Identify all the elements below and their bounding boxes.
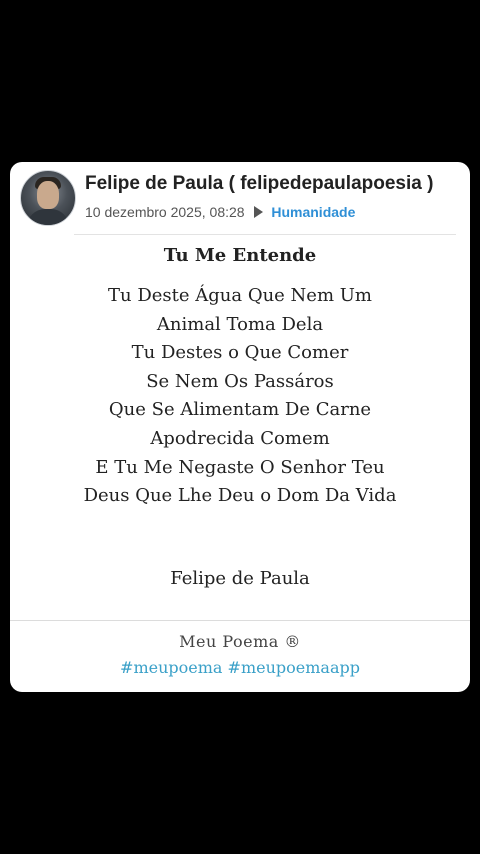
poem-card: Felipe de Paula ( felipedepaulapoesia ) …: [10, 162, 470, 692]
avatar-shirt: [27, 209, 69, 225]
post-date: 10 dezembro 2025, 08:28: [85, 204, 245, 220]
post-meta: 10 dezembro 2025, 08:28 Humanidade: [85, 204, 355, 220]
avatar-face: [37, 181, 59, 209]
poem-line: Deus Que Lhe Deu o Dom Da Vida: [83, 485, 397, 507]
footer-divider: [10, 620, 470, 621]
category-link[interactable]: Humanidade: [271, 204, 355, 220]
poem-line: Animal Toma Dela: [156, 313, 324, 335]
hashtag-meupoemaapp[interactable]: #meupoemaapp: [228, 658, 360, 677]
brand-label: Meu Poema ®: [179, 632, 301, 651]
poem-line: Tu Destes o Que Comer: [131, 342, 349, 364]
author-avatar[interactable]: [20, 170, 76, 226]
hashtag-row: #meupoema #meupoemaapp: [10, 658, 470, 677]
poem-line: Tu Deste Água Que Nem Um: [108, 285, 372, 306]
header-divider: [74, 234, 456, 235]
poem-line: E Tu Me Negaste O Senhor Teu: [95, 456, 385, 478]
hashtag-meupoema[interactable]: #meupoema: [120, 658, 222, 677]
poem-title: Tu Me Entende: [163, 245, 317, 266]
poem-signature: Felipe de Paula: [170, 568, 310, 589]
poem-line: Que Se Alimentam De Carne: [108, 399, 372, 421]
poem-body: Tu Deste Água Que Nem Um Animal Toma Del…: [10, 282, 470, 511]
poem-line: Apodrecida Comem: [150, 427, 330, 449]
poem-line: Se Nem Os Passáros: [146, 370, 334, 392]
play-icon: [254, 206, 264, 218]
author-name[interactable]: Felipe de Paula ( felipedepaulapoesia ): [85, 173, 433, 195]
